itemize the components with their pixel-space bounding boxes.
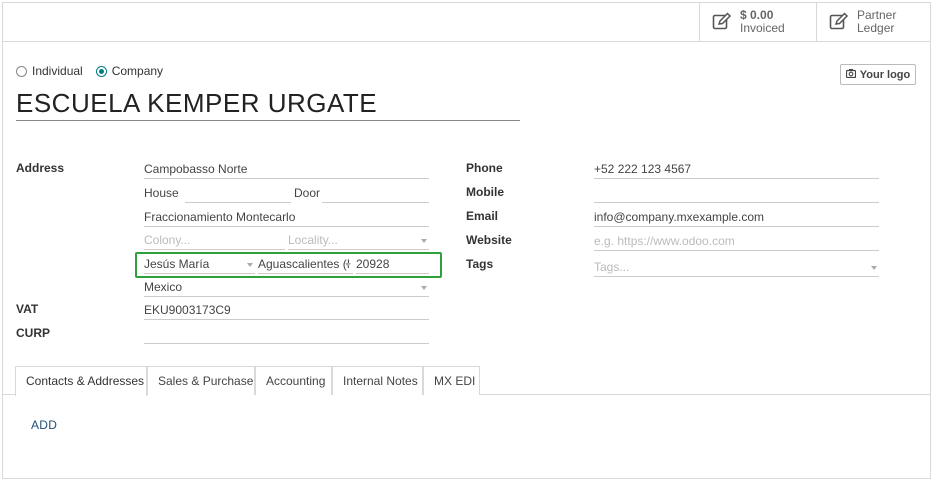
house-label: House xyxy=(144,186,179,200)
partner-form-sheet: $ 0.00 Invoiced Partner Ledger Individua… xyxy=(2,2,931,479)
tab-internal-notes[interactable]: Internal Notes xyxy=(332,366,423,395)
email-label: Email xyxy=(466,209,499,223)
website-input[interactable]: e.g. https://www.odoo.com xyxy=(594,233,879,251)
country-select[interactable]: Mexico xyxy=(144,279,429,297)
tab-accounting[interactable]: Accounting xyxy=(255,366,332,395)
chevron-down-icon xyxy=(421,286,427,290)
company-radio-label[interactable]: Company xyxy=(112,64,163,78)
door-input[interactable] xyxy=(322,185,429,203)
tab-contacts-addresses[interactable]: Contacts & Addresses xyxy=(15,366,147,396)
curp-input[interactable] xyxy=(144,326,429,344)
pencil-square-icon xyxy=(829,11,849,33)
company-type-radio-group: Individual Company xyxy=(16,64,176,78)
notebook-tabs: Contacts & Addresses Sales & Purchase Ac… xyxy=(3,366,930,396)
vat-input[interactable]: EKU9003173C9 xyxy=(144,302,429,320)
house-input[interactable] xyxy=(185,185,291,203)
locality-placeholder: Locality... xyxy=(288,233,338,247)
door-label: Door xyxy=(294,186,321,200)
chevron-down-icon xyxy=(871,266,877,270)
phone-label: Phone xyxy=(466,161,503,175)
invoiced-smart-button[interactable]: $ 0.00 Invoiced xyxy=(699,3,816,41)
mobile-label: Mobile xyxy=(466,185,504,199)
tags-select[interactable]: Tags... xyxy=(594,259,879,277)
colony-input[interactable]: Colony... xyxy=(144,232,285,250)
company-radio[interactable] xyxy=(95,65,107,77)
add-contact-button[interactable]: ADD xyxy=(31,418,57,432)
email-input[interactable]: info@company.mxexample.com xyxy=(594,209,879,227)
camera-icon xyxy=(845,68,860,81)
invoiced-label: Invoiced xyxy=(740,21,785,35)
city-state-zip-highlight xyxy=(135,252,442,278)
mobile-input[interactable] xyxy=(594,185,879,203)
partner-ledger-line2: Ledger xyxy=(857,21,895,35)
your-logo-button[interactable]: Your logo xyxy=(840,64,916,85)
tab-mx-edi[interactable]: MX EDI xyxy=(423,366,480,395)
website-label: Website xyxy=(466,233,512,247)
tab-sales-purchase[interactable]: Sales & Purchase xyxy=(147,366,255,395)
tags-label: Tags xyxy=(466,257,494,271)
vat-label: VAT xyxy=(16,302,39,316)
individual-radio-label[interactable]: Individual xyxy=(32,64,83,78)
tags-placeholder: Tags... xyxy=(594,260,630,274)
address-label: Address xyxy=(16,161,65,175)
pencil-square-icon xyxy=(712,11,732,33)
smart-button-bar: $ 0.00 Invoiced Partner Ledger xyxy=(3,3,930,42)
your-logo-label: Your logo xyxy=(859,68,911,81)
locality-select[interactable]: Locality... xyxy=(288,232,429,250)
country-value: Mexico xyxy=(144,280,183,294)
street-input[interactable]: Campobasso Norte xyxy=(144,161,429,179)
phone-input[interactable]: +52 222 123 4567 xyxy=(594,161,879,179)
curp-label: CURP xyxy=(16,326,51,340)
partner-ledger-smart-button[interactable]: Partner Ledger xyxy=(816,3,930,41)
individual-radio[interactable] xyxy=(16,65,27,77)
partner-name-input[interactable]: ESCUELA KEMPER URGATE xyxy=(16,87,520,121)
street2-input[interactable]: Fraccionamiento Montecarlo xyxy=(144,209,429,227)
chevron-down-icon xyxy=(421,239,427,243)
